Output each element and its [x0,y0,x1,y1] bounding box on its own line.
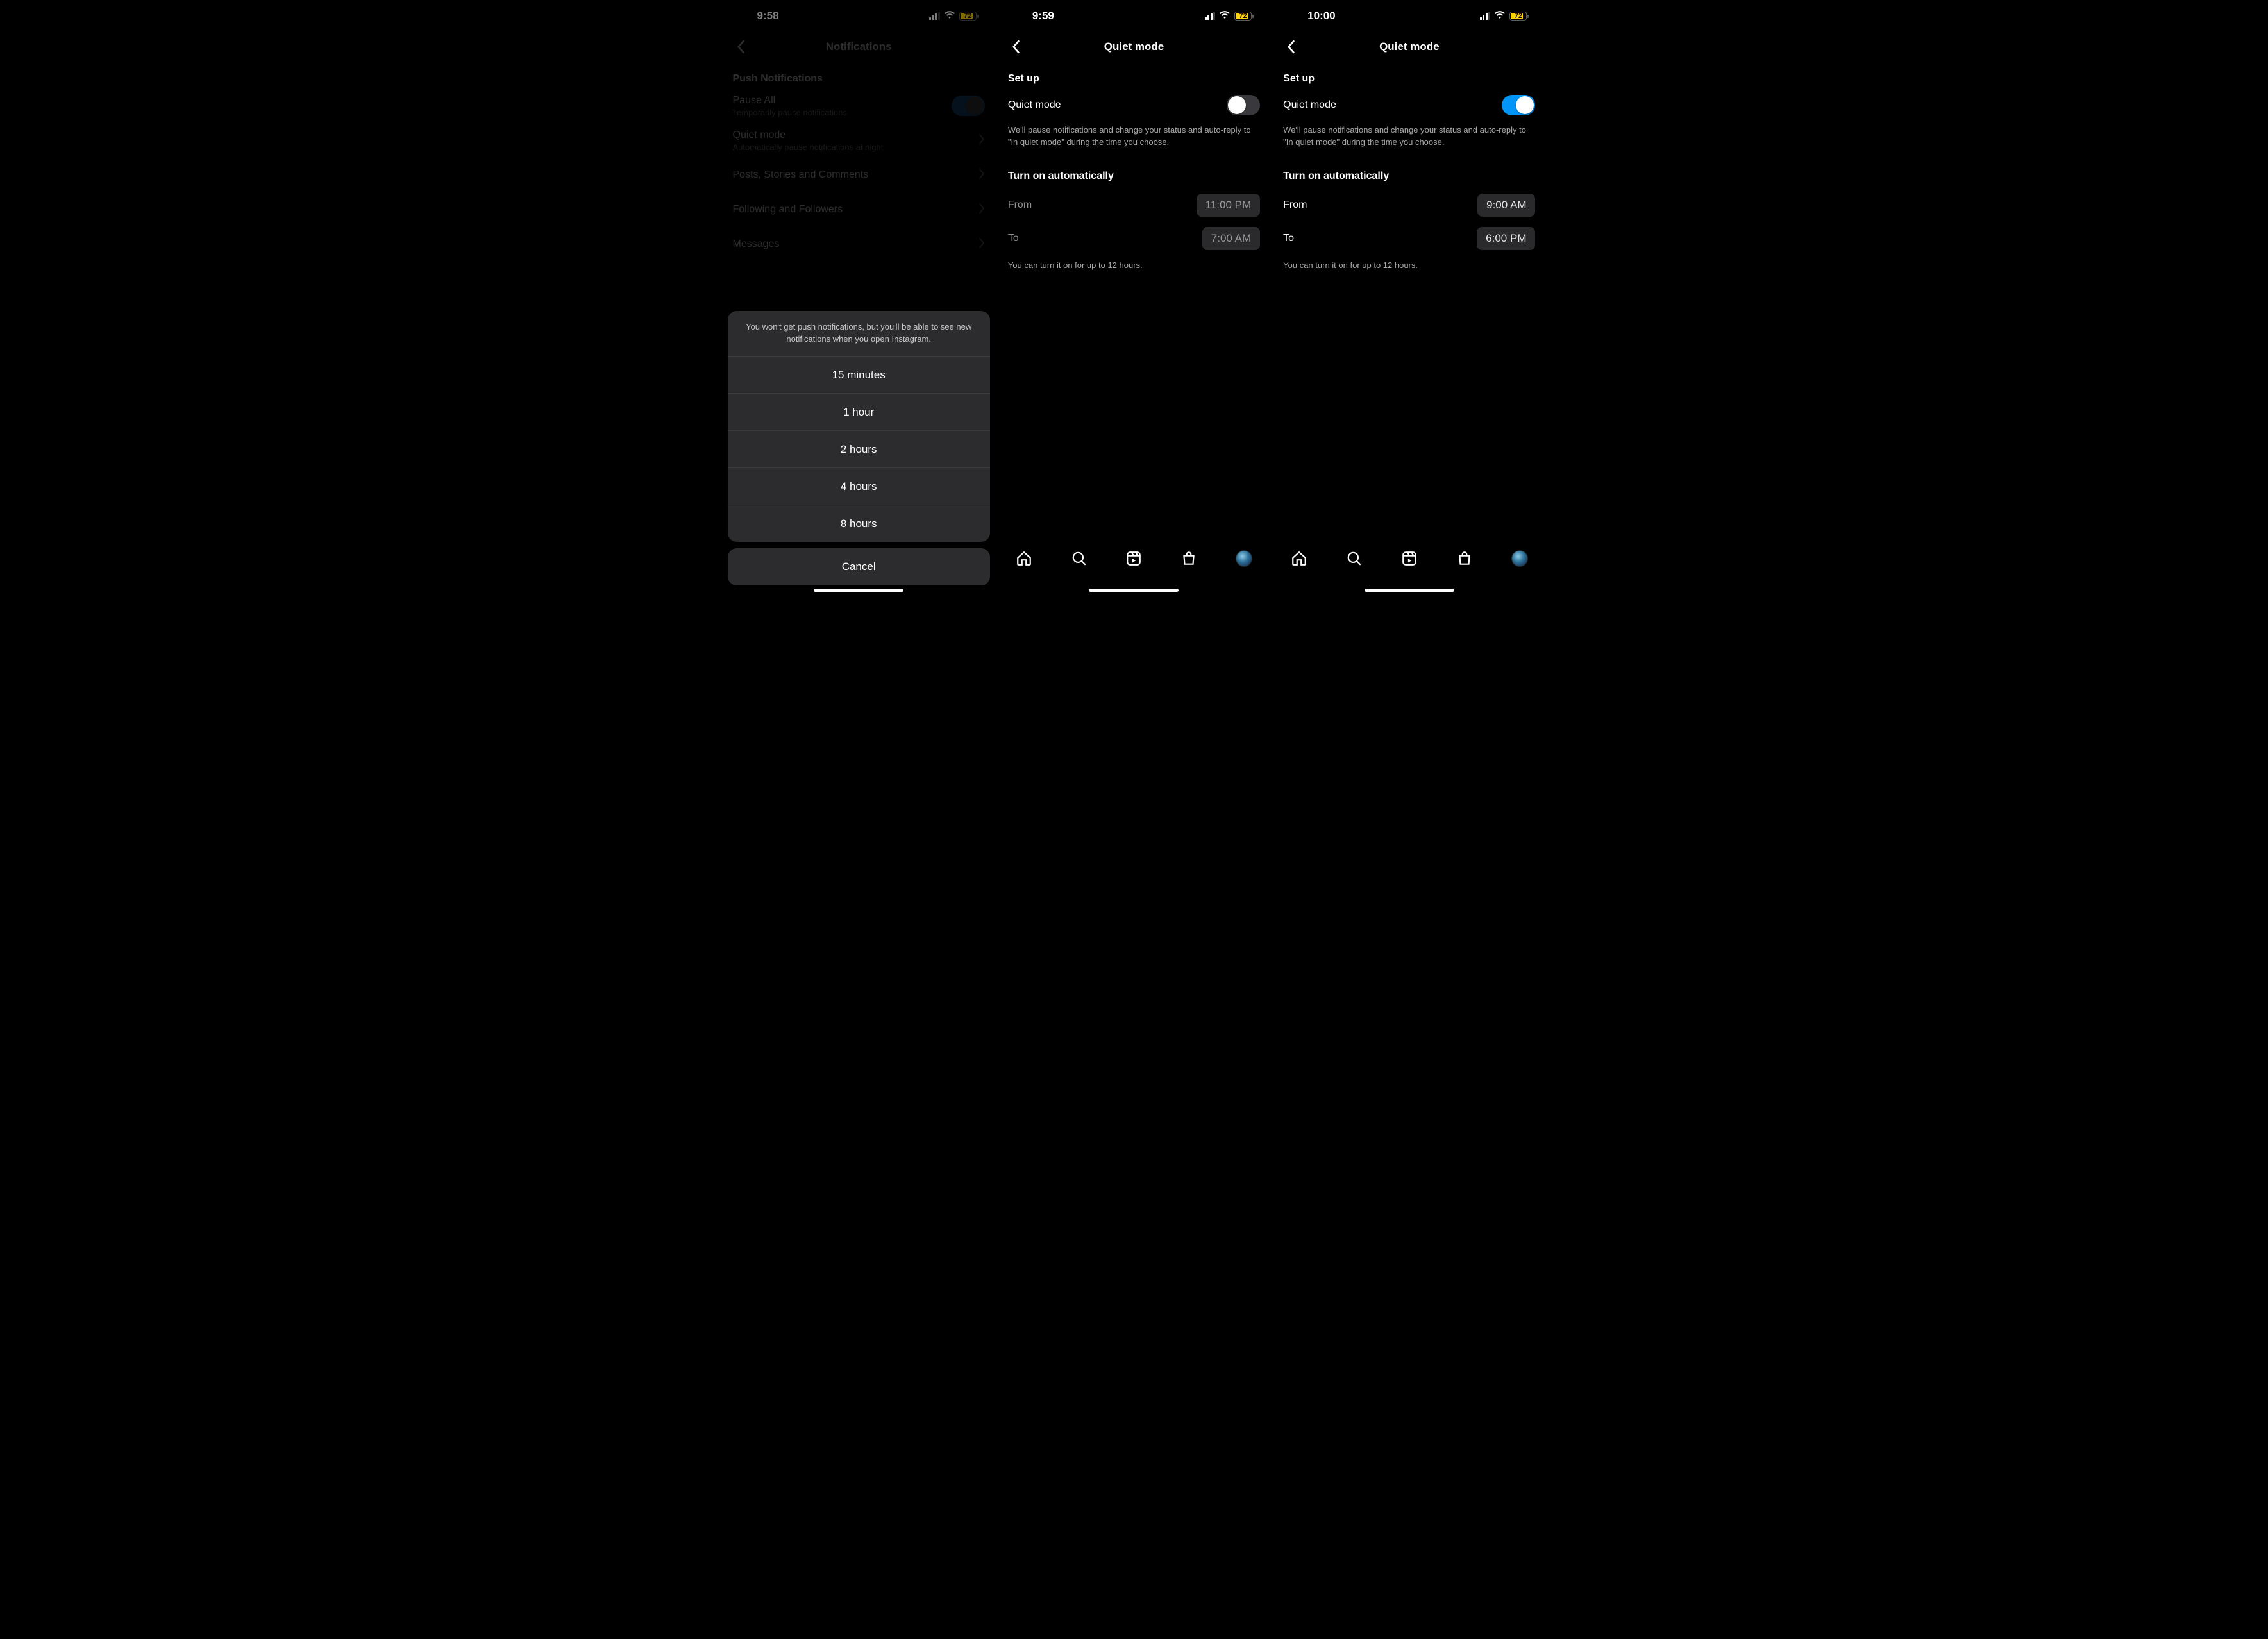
from-time[interactable]: 11:00 PM [1197,194,1261,217]
cancel-button[interactable]: Cancel [728,548,990,585]
quiet-mode-toggle[interactable] [1227,95,1260,115]
quiet-mode-toggle-row[interactable]: Quiet mode [1008,88,1260,122]
to-row[interactable]: To 6:00 PM [1283,222,1535,255]
battery-icon: 72 [1509,12,1529,21]
duration-hint: You can turn it on for up to 12 hours. [1283,255,1535,270]
nav-header: Quiet mode [1272,32,1547,62]
pause-duration-sheet: You won't get push notifications, but yo… [728,311,990,542]
from-row[interactable]: From 11:00 PM [1008,189,1260,222]
to-row[interactable]: To 7:00 AM [1008,222,1260,255]
from-label: From [1008,199,1032,211]
home-indicator[interactable] [1089,589,1179,592]
page-title: Quiet mode [1379,40,1440,53]
screen-notifications: 9:58 72 Notifications Push Notifications [721,0,996,597]
home-tab[interactable] [1015,550,1033,567]
home-indicator[interactable] [1365,589,1454,592]
search-tab[interactable] [1070,550,1088,567]
back-button[interactable] [1003,32,1029,62]
section-setup: Set up [1008,62,1260,88]
nav-header: Quiet mode [996,32,1272,62]
reels-tab[interactable] [1400,550,1418,567]
quiet-mode-toggle[interactable] [1502,95,1535,115]
home-tab[interactable] [1290,550,1308,567]
section-auto: Turn on automatically [1283,151,1535,189]
to-time[interactable]: 7:00 AM [1202,227,1260,250]
from-row[interactable]: From 9:00 AM [1283,189,1535,222]
pause-option-4h[interactable]: 4 hours [728,467,990,505]
to-label: To [1008,233,1019,244]
screen-quiet-mode-off: 9:59 72 Quiet mode Set up Quiet mode [996,0,1272,597]
status-bar: 9:59 72 [996,0,1272,32]
pause-option-15m[interactable]: 15 minutes [728,356,990,393]
page-title: Quiet mode [1104,40,1164,53]
avatar-icon [1236,550,1252,567]
search-tab[interactable] [1345,550,1363,567]
from-time[interactable]: 9:00 AM [1477,194,1535,217]
from-label: From [1283,199,1307,211]
action-sheet-scrim[interactable]: You won't get push notifications, but yo… [721,0,996,597]
pause-option-2h[interactable]: 2 hours [728,430,990,467]
status-time: 9:59 [1014,10,1054,22]
home-indicator[interactable] [814,589,903,592]
avatar-icon [1511,550,1528,567]
status-time: 10:00 [1289,10,1335,22]
sheet-message: You won't get push notifications, but yo… [728,311,990,356]
battery-icon: 72 [1234,12,1254,21]
quiet-mode-toggle-row[interactable]: Quiet mode [1283,88,1535,122]
quiet-mode-toggle-label: Quiet mode [1008,99,1061,111]
profile-tab[interactable] [1511,550,1529,567]
shop-tab[interactable] [1456,550,1474,567]
wifi-icon [1219,10,1231,22]
pause-option-1h[interactable]: 1 hour [728,393,990,430]
status-bar: 10:00 72 [1272,0,1547,32]
section-auto: Turn on automatically [1008,151,1260,189]
profile-tab[interactable] [1235,550,1253,567]
cellular-icon [1205,12,1216,20]
shop-tab[interactable] [1180,550,1198,567]
pause-option-8h[interactable]: 8 hours [728,505,990,542]
duration-hint: You can turn it on for up to 12 hours. [1008,255,1260,270]
reels-tab[interactable] [1125,550,1143,567]
section-setup: Set up [1283,62,1535,88]
wifi-icon [1494,10,1506,22]
screen-quiet-mode-on: 10:00 72 Quiet mode Set up Quiet mode [1272,0,1547,597]
cellular-icon [1480,12,1491,20]
quiet-mode-desc: We'll pause notifications and change you… [1283,122,1535,151]
to-label: To [1283,233,1294,244]
back-button[interactable] [1278,32,1304,62]
quiet-mode-toggle-label: Quiet mode [1283,99,1336,111]
to-time[interactable]: 6:00 PM [1477,227,1535,250]
quiet-mode-desc: We'll pause notifications and change you… [1008,122,1260,151]
